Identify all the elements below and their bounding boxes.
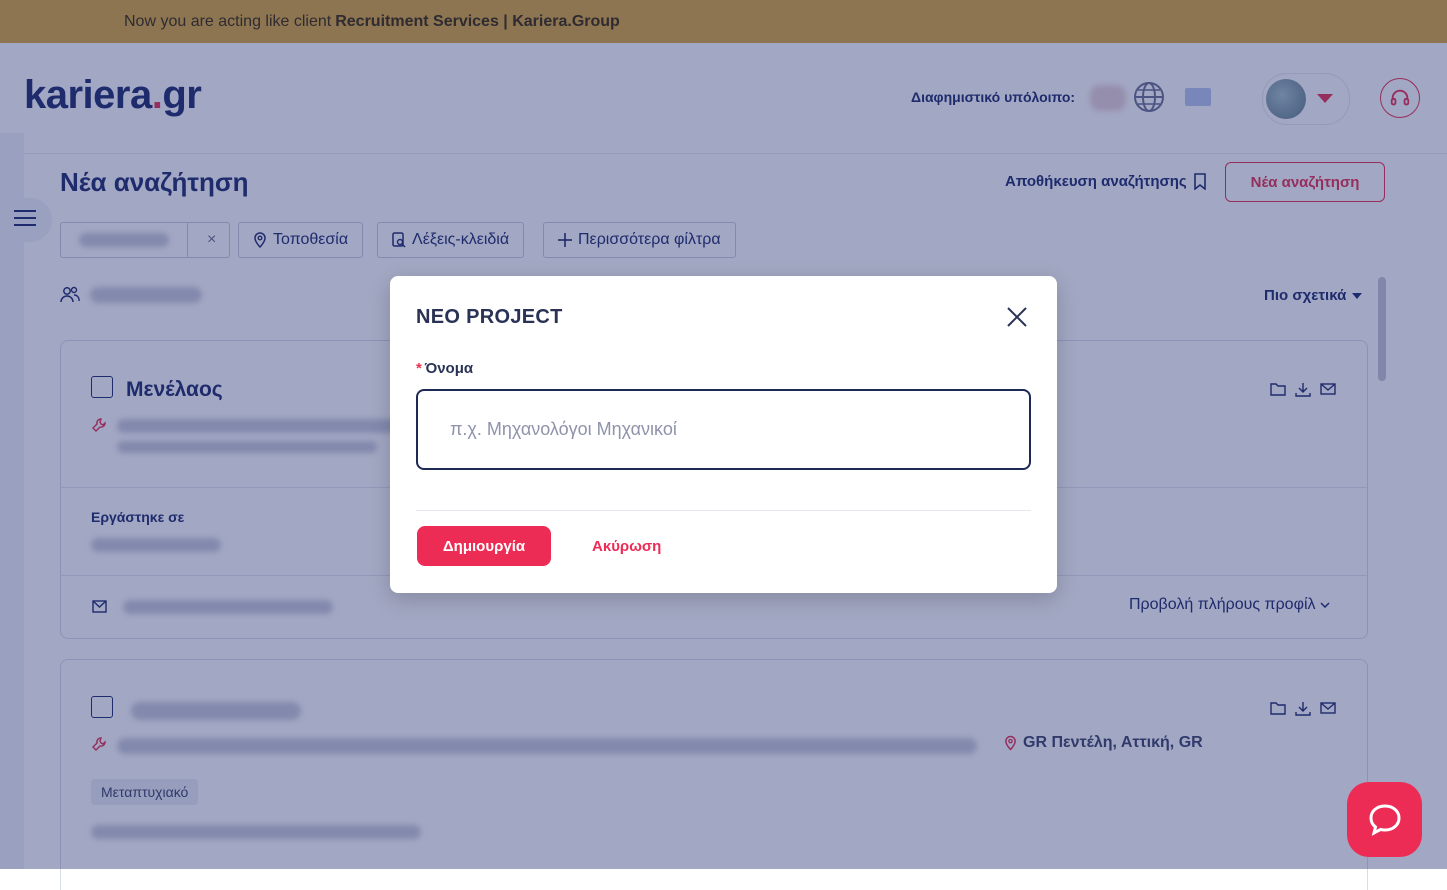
create-button[interactable]: Δημιουργία [417, 526, 551, 566]
new-project-modal: ΝΕΟ PROJECT *Όνομα Δημιουργία Ακύρωση [390, 276, 1057, 593]
project-name-label: * Όνομα [416, 360, 474, 377]
close-icon[interactable] [1004, 304, 1030, 330]
modal-title: ΝΕΟ PROJECT [416, 306, 563, 328]
chat-icon [1368, 803, 1401, 836]
project-name-input[interactable] [416, 389, 1031, 470]
chat-launcher-button[interactable] [1347, 782, 1422, 857]
cancel-button[interactable]: Ακύρωση [576, 526, 677, 566]
required-mark: * [416, 360, 422, 377]
divider [416, 510, 1031, 511]
